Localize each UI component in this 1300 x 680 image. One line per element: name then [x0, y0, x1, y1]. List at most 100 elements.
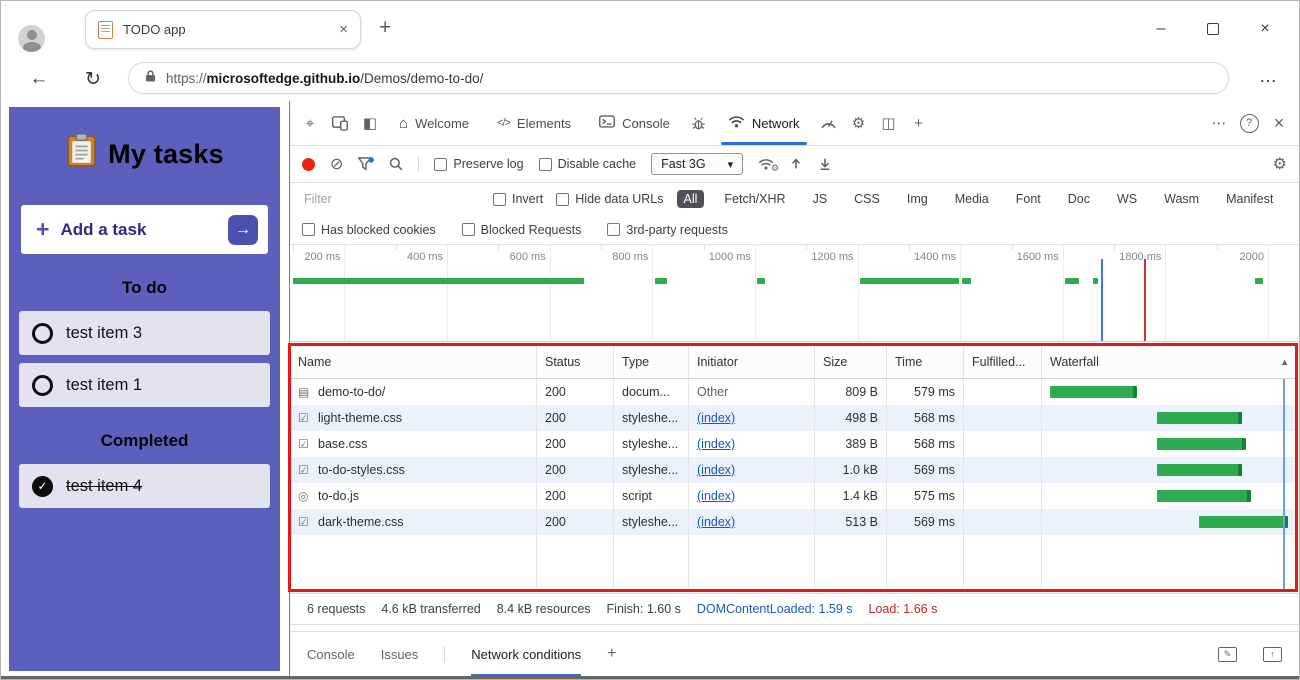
- initiator-link[interactable]: (index): [697, 463, 735, 477]
- request-row[interactable]: ☑ to-do-styles.css 200 styleshe... (index…: [290, 457, 1298, 483]
- column-header-waterfall[interactable]: Waterfall ▲: [1042, 346, 1298, 379]
- filter-pill[interactable]: Wasm: [1157, 190, 1206, 208]
- third-party-requests-checkbox[interactable]: 3rd-party requests: [607, 223, 728, 237]
- reload-icon[interactable]: ↻: [79, 65, 107, 93]
- task-checkbox[interactable]: [32, 374, 53, 396]
- task-item[interactable]: test item 3: [19, 311, 270, 355]
- column-header-status[interactable]: Status: [537, 346, 614, 379]
- maximize-icon[interactable]: [1187, 15, 1239, 43]
- lock-icon[interactable]: [145, 69, 156, 88]
- disable-cache-checkbox[interactable]: Disable cache: [538, 157, 636, 171]
- throttling-select[interactable]: Fast 3G ▾: [651, 153, 744, 175]
- filter-pill-all[interactable]: All: [676, 190, 705, 208]
- invert-checkbox[interactable]: Invert: [493, 192, 543, 206]
- preserve-log-checkbox[interactable]: Preserve log: [434, 157, 524, 171]
- request-row[interactable]: ☑ base.css 200 styleshe... (index) 389 B …: [290, 431, 1298, 457]
- initiator-link[interactable]: (index): [697, 411, 735, 425]
- task-checkbox-checked[interactable]: ✓: [32, 475, 53, 497]
- network-settings-gear-icon[interactable]: ⚙: [1273, 154, 1287, 174]
- initiator-link[interactable]: (index): [697, 437, 735, 451]
- request-row[interactable]: ☑ light-theme.css 200 styleshe... (index)…: [290, 405, 1298, 431]
- column-header-type[interactable]: Type: [614, 346, 689, 379]
- app-title-label: My tasks: [108, 138, 224, 169]
- request-row[interactable]: ☑ dark-theme.css 200 styleshe... (index) …: [290, 509, 1298, 535]
- new-tab-icon[interactable]: +: [379, 16, 391, 40]
- filter-input[interactable]: [302, 191, 467, 207]
- more-tools-add-icon[interactable]: +: [905, 108, 933, 138]
- drawer-tab-console[interactable]: Console: [307, 632, 355, 676]
- task-checkbox[interactable]: [32, 322, 53, 344]
- tab-network[interactable]: Network: [715, 101, 813, 145]
- filter-pill[interactable]: Doc: [1061, 190, 1097, 208]
- dock-panel-icon[interactable]: ◧: [356, 108, 384, 138]
- filter-pill[interactable]: JS: [806, 190, 835, 208]
- clear-icon[interactable]: ⊘: [330, 154, 343, 174]
- browser-tab[interactable]: TODO app ×: [85, 10, 361, 49]
- layout-panel-icon[interactable]: ◫: [875, 108, 903, 138]
- settings-gear-icon[interactable]: ⚙: [845, 108, 873, 138]
- column-header-fulfilled[interactable]: Fulfilled...: [964, 346, 1042, 379]
- device-emulation-icon[interactable]: [326, 108, 354, 138]
- tab-elements[interactable]: </> Elements: [484, 101, 584, 145]
- tab-console[interactable]: Console: [586, 101, 683, 145]
- back-icon[interactable]: ←: [25, 65, 53, 93]
- filter-pill[interactable]: Font: [1009, 190, 1048, 208]
- ruler-tick-label: 800 ms: [612, 251, 649, 263]
- tab-welcome[interactable]: ⌂ Welcome: [386, 101, 482, 145]
- column-header-initiator[interactable]: Initiator: [689, 346, 815, 379]
- tab-close-icon[interactable]: ×: [339, 21, 348, 38]
- network-overview[interactable]: 200 ms 400 ms 600 ms 800 ms 1000 ms 1200 ms 14…: [290, 245, 1299, 342]
- inspect-icon[interactable]: ⌖: [296, 108, 324, 138]
- minimize-icon[interactable]: –: [1135, 15, 1187, 43]
- browser-menu-icon[interactable]: …: [1259, 66, 1277, 87]
- checkbox-box: [493, 192, 506, 206]
- filter-pill[interactable]: Img: [900, 190, 935, 208]
- filter-pill[interactable]: Media: [948, 190, 996, 208]
- has-blocked-cookies-checkbox[interactable]: Has blocked cookies: [302, 223, 436, 237]
- search-icon[interactable]: [389, 157, 403, 171]
- hide-data-urls-checkbox[interactable]: Hide data URLs: [556, 192, 664, 206]
- close-window-icon[interactable]: ×: [1239, 15, 1291, 43]
- add-task-row[interactable]: + Add a task →: [21, 205, 268, 254]
- devtools-menu-icon[interactable]: ⋯: [1205, 108, 1233, 138]
- bug-icon[interactable]: [685, 108, 713, 138]
- help-icon[interactable]: ?: [1235, 108, 1263, 138]
- request-row[interactable]: ▤ demo-to-do/ 200 docum... Other 809 B 57…: [290, 379, 1298, 405]
- open-panel-icon[interactable]: ↑: [1263, 646, 1282, 662]
- drawer-add-tab-icon[interactable]: +: [607, 632, 616, 676]
- drawer-tab-issues[interactable]: Issues: [381, 632, 419, 676]
- remote-devices-icon[interactable]: ✎: [1218, 646, 1237, 662]
- waterfall-bar: [1199, 516, 1288, 528]
- initiator-link[interactable]: (index): [697, 489, 735, 503]
- network-conditions-icon[interactable]: ⚙: [758, 158, 779, 173]
- add-task-submit-button[interactable]: →: [228, 214, 258, 245]
- filter-pill[interactable]: CSS: [847, 190, 887, 208]
- filter-pill[interactable]: Manifest: [1219, 190, 1280, 208]
- task-item[interactable]: test item 1: [19, 363, 270, 407]
- task-item-completed[interactable]: ✓ test item 4: [19, 464, 270, 508]
- import-har-icon[interactable]: [789, 157, 803, 171]
- profile-avatar[interactable]: [18, 25, 45, 52]
- filter-pill[interactable]: Fetch/XHR: [717, 190, 792, 208]
- task-label: test item 4: [66, 476, 143, 495]
- url-field[interactable]: https://microsoftedge.github.io/Demos/de…: [128, 62, 1229, 94]
- column-header-time[interactable]: Time: [887, 346, 964, 379]
- filter-pill[interactable]: Other: [1293, 190, 1299, 208]
- close-devtools-icon[interactable]: ×: [1265, 108, 1293, 138]
- request-row[interactable]: ◎ to-do.js 200 script (index) 1.4 kB 575 …: [290, 483, 1298, 509]
- column-header-name[interactable]: Name: [290, 346, 537, 379]
- table-header-row: Name Status Type Initiator Size Time Ful…: [290, 346, 1298, 379]
- column-header-size[interactable]: Size: [815, 346, 887, 379]
- export-har-icon[interactable]: [818, 157, 832, 171]
- initiator-link[interactable]: (index): [697, 515, 735, 529]
- filter-funnel-icon[interactable]: [358, 157, 375, 171]
- divider: [418, 156, 420, 172]
- performance-icon[interactable]: [815, 108, 843, 138]
- checkbox-box: [607, 223, 621, 236]
- record-button[interactable]: [302, 157, 315, 171]
- blocked-requests-checkbox[interactable]: Blocked Requests: [461, 223, 581, 237]
- drawer-tab-network-conditions[interactable]: Network conditions: [471, 632, 581, 676]
- tab-welcome-label: Welcome: [415, 115, 470, 131]
- filter-pill[interactable]: WS: [1110, 190, 1144, 208]
- ruler-gridline: [1062, 245, 1064, 341]
